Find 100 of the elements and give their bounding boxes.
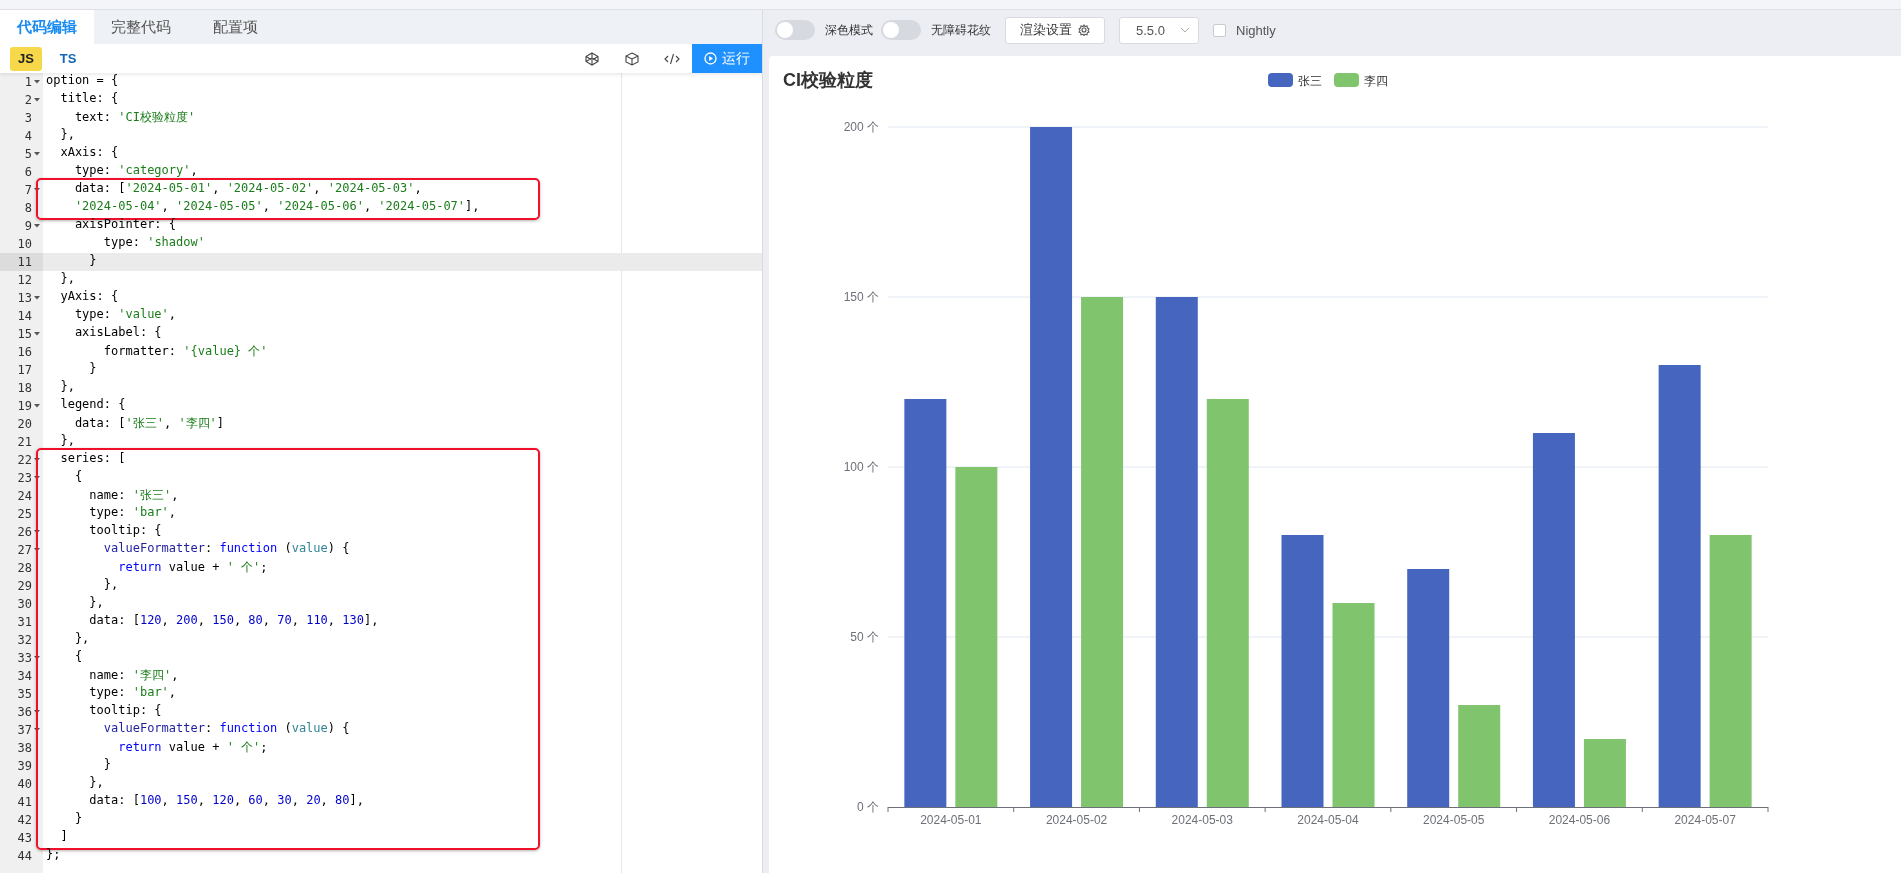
code-line: axisPointer: { xyxy=(73,217,177,233)
code-line: data: ['张三', '李四'] xyxy=(73,415,225,432)
code-line: } xyxy=(73,811,83,827)
fold-arrow-icon[interactable] xyxy=(33,332,40,336)
fold-arrow-icon[interactable] xyxy=(33,710,40,714)
code-line: } xyxy=(88,361,97,377)
code-line: axisLabel: { xyxy=(73,325,162,341)
line-number: 36 xyxy=(17,705,32,719)
code-line: type: 'value', xyxy=(73,307,177,323)
line-number: 22 xyxy=(17,453,32,467)
fold-arrow-icon[interactable] xyxy=(33,476,40,480)
code-line: tooltip: { xyxy=(88,523,162,539)
line-number: 14 xyxy=(17,309,32,323)
line-number: 26 xyxy=(17,525,32,539)
code-line: }, xyxy=(73,631,90,647)
line-number: 6 xyxy=(24,165,32,179)
line-number: 11 xyxy=(17,255,32,269)
code-line: tooltip: { xyxy=(88,703,162,719)
line-number: 1 xyxy=(24,75,32,89)
line-number: 16 xyxy=(17,345,32,359)
code-line: name: '李四', xyxy=(88,667,179,684)
code-line: data: [100, 150, 120, 60, 30, 20, 80], xyxy=(88,793,364,809)
fold-arrow-icon[interactable] xyxy=(33,80,40,84)
language-tab[interactable]: JS xyxy=(10,46,42,71)
code-line: } xyxy=(102,757,112,773)
line-number: 42 xyxy=(17,813,32,827)
code-line: ] xyxy=(59,829,68,845)
line-number: 8 xyxy=(24,201,32,215)
x-axis-label: 2024-05-01 xyxy=(920,813,982,827)
line-number: 28 xyxy=(17,561,32,575)
code-line: valueFormatter: function (value) { xyxy=(102,721,350,737)
line-number: 29 xyxy=(17,579,32,593)
chevron-down-icon xyxy=(1180,27,1190,33)
code-line: yAxis: { xyxy=(59,289,119,305)
code-icon xyxy=(664,52,680,65)
legend-swatch[interactable] xyxy=(1268,73,1293,87)
line-number: 20 xyxy=(17,417,32,431)
fold-arrow-icon[interactable] xyxy=(33,458,40,462)
y-axis-label: 0 个 xyxy=(857,800,879,814)
line-number: 21 xyxy=(17,435,32,449)
code-line: data: ['2024-05-01', '2024-05-02', '2024-05-03', xyxy=(73,181,422,197)
hexagon-icon xyxy=(585,51,599,66)
line-number: 23 xyxy=(17,471,32,485)
fold-arrow-icon[interactable] xyxy=(33,548,40,552)
line-number: 2 xyxy=(24,93,32,107)
code-line: type: 'category', xyxy=(73,163,198,179)
code-line: series: [ xyxy=(59,451,126,467)
code-line: type: 'shadow' xyxy=(102,235,205,251)
code-line: }, xyxy=(59,379,75,395)
line-number: 10 xyxy=(17,237,32,251)
y-axis-label: 50 个 xyxy=(850,630,879,644)
fold-arrow-icon[interactable] xyxy=(33,530,40,534)
fold-arrow-icon[interactable] xyxy=(33,98,40,102)
bar xyxy=(1583,739,1626,807)
nightly-checkbox[interactable] xyxy=(1213,23,1226,37)
line-number: 32 xyxy=(17,633,32,647)
code-line: return value + ' 个'; xyxy=(117,739,268,756)
fold-arrow-icon[interactable] xyxy=(33,224,40,228)
code-line: option = { xyxy=(45,73,119,89)
line-number: 9 xyxy=(24,219,32,233)
x-axis-label: 2024-05-06 xyxy=(1548,813,1611,827)
cube-icon xyxy=(625,51,639,66)
editor-tab[interactable]: 完整代码 xyxy=(94,10,188,44)
line-number: 33 xyxy=(17,651,32,665)
toggle-label: 深色模式 xyxy=(825,21,873,39)
render-settings-button[interactable]: 渲染设置 xyxy=(1005,16,1105,44)
code-line: legend: { xyxy=(59,397,126,413)
code-line: formatter: '{value} 个' xyxy=(102,343,268,360)
line-number: 31 xyxy=(17,615,32,629)
fold-arrow-icon[interactable] xyxy=(33,188,40,192)
code-line: data: [120, 200, 150, 80, 70, 110, 130], xyxy=(88,613,379,629)
fold-arrow-icon[interactable] xyxy=(33,728,40,732)
line-number: 13 xyxy=(17,291,32,305)
toggle-switch[interactable] xyxy=(881,20,921,40)
toggle-switch[interactable] xyxy=(775,20,815,40)
line-number: 15 xyxy=(17,327,32,341)
legend-label[interactable]: 李四 xyxy=(1364,73,1388,88)
line-number: 12 xyxy=(17,273,32,287)
language-tab[interactable]: TS xyxy=(52,46,84,71)
code-line: xAxis: { xyxy=(59,145,119,161)
fold-arrow-icon[interactable] xyxy=(33,152,40,156)
code-line: }, xyxy=(59,271,75,287)
code-line: } xyxy=(88,253,97,269)
legend-label[interactable]: 张三 xyxy=(1298,73,1322,88)
fold-arrow-icon[interactable] xyxy=(33,656,40,660)
code-line: }, xyxy=(88,775,104,791)
code-line: '2024-05-04', '2024-05-05', '2024-05-06', '2024-05-07'], xyxy=(73,199,480,215)
line-number: 39 xyxy=(17,759,32,773)
version-select[interactable]: 5.5.0 xyxy=(1119,16,1199,44)
line-number: 34 xyxy=(17,669,32,683)
legend-swatch[interactable] xyxy=(1334,73,1359,87)
editor-tab[interactable]: 配置项 xyxy=(188,10,282,44)
fold-arrow-icon[interactable] xyxy=(33,404,40,408)
x-axis-label: 2024-05-03 xyxy=(1171,813,1233,827)
chart-title: CI校验粒度 xyxy=(783,70,873,90)
code-line: }, xyxy=(102,577,119,593)
line-number: 43 xyxy=(17,831,32,845)
fold-arrow-icon[interactable] xyxy=(33,296,40,300)
line-number: 38 xyxy=(17,741,32,755)
line-number: 40 xyxy=(17,777,32,791)
